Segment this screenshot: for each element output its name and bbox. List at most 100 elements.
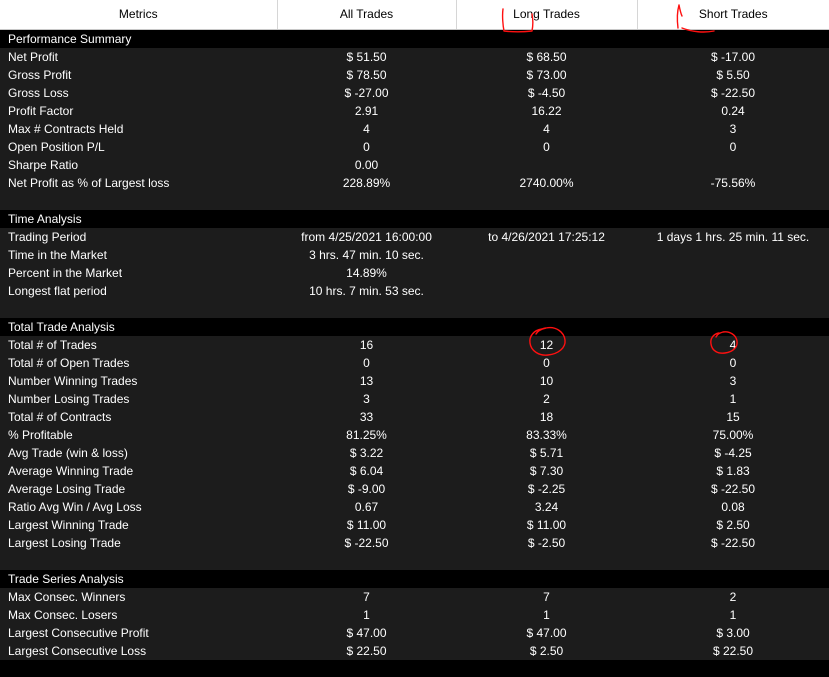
- column-header-all-trades[interactable]: All Trades: [277, 0, 457, 30]
- value-short-trades: 3: [637, 371, 829, 390]
- table-row[interactable]: Trading Period from 4/25/2021 16:00:00 to …: [0, 227, 829, 246]
- metric-label: Largest Consecutive Profit: [0, 623, 277, 642]
- metric-label: Total # of Contracts: [0, 407, 277, 426]
- table-row[interactable]: Average Winning Trade $ 6.04 $ 7.30 $ 1.83: [0, 461, 829, 480]
- value-all-trades: 2.91: [277, 101, 456, 120]
- table-row[interactable]: Largest Winning Trade $ 11.00 $ 11.00 $ 2.5…: [0, 515, 829, 534]
- value-short-trades: $ -22.50: [637, 479, 829, 498]
- value-short-trades: $ 2.50: [637, 515, 829, 534]
- value-short-trades: [637, 263, 829, 282]
- value-long-trades: 3.24: [456, 497, 637, 516]
- metric-label: Ratio Avg Win / Avg Loss: [0, 497, 277, 516]
- metric-label: Number Winning Trades: [0, 371, 277, 390]
- metric-label: Max Consec. Losers: [0, 605, 277, 624]
- table-row[interactable]: Ratio Avg Win / Avg Loss 0.67 3.24 0.08: [0, 497, 829, 516]
- value-long-trades: $ -2.50: [456, 533, 637, 552]
- table-row[interactable]: Avg Trade (win & loss) $ 3.22 $ 5.71 $ -4.2…: [0, 443, 829, 462]
- value-short-trades: -75.56%: [637, 173, 829, 192]
- table-row[interactable]: Percent in the Market 14.89%: [0, 263, 829, 282]
- trade-performance-table: Metrics All Trades Long Trades Short Tra…: [0, 0, 829, 660]
- value-all-trades: 16: [277, 335, 456, 354]
- value-long-trades: $ -2.25: [456, 479, 637, 498]
- value-all-trades: 4: [277, 119, 456, 138]
- table-row[interactable]: Time in the Market 3 hrs. 47 min. 10 sec.: [0, 245, 829, 264]
- value-all-trades: $ 47.00: [277, 623, 456, 642]
- value-all-trades: 14.89%: [277, 263, 456, 282]
- value-all-trades: $ 51.50: [277, 47, 456, 66]
- table-row[interactable]: Max Consec. Losers 1 1 1: [0, 605, 829, 624]
- table-row[interactable]: Max # Contracts Held 4 4 3: [0, 119, 829, 138]
- table-body: Performance Summary Net Profit $ 51.50 $ 68…: [0, 29, 829, 660]
- value-all-trades: from 4/25/2021 16:00:00: [277, 227, 456, 246]
- value-all-trades: 13: [277, 371, 456, 390]
- value-short-trades: 0.08: [637, 497, 829, 516]
- value-long-trades: 1: [456, 605, 637, 624]
- metric-label: Percent in the Market: [0, 263, 277, 282]
- section-spacer: [0, 299, 829, 318]
- value-long-trades: [456, 155, 637, 174]
- table-row[interactable]: Net Profit $ 51.50 $ 68.50 $ -17.00: [0, 47, 829, 66]
- value-long-trades: 2740.00%: [456, 173, 637, 192]
- table-row[interactable]: Total # of Contracts 33 18 15: [0, 407, 829, 426]
- value-long-trades: [456, 281, 637, 300]
- table-row[interactable]: Open Position P/L 0 0 0: [0, 137, 829, 156]
- table-row[interactable]: Profit Factor 2.91 16.22 0.24: [0, 101, 829, 120]
- table-row[interactable]: Max Consec. Winners 7 7 2: [0, 587, 829, 606]
- value-all-trades: 10 hrs. 7 min. 53 sec.: [277, 281, 456, 300]
- table-row[interactable]: Average Losing Trade $ -9.00 $ -2.25 $ -22.…: [0, 479, 829, 498]
- value-long-trades: $ -4.50: [456, 83, 637, 102]
- table-row[interactable]: Number Losing Trades 3 2 1: [0, 389, 829, 408]
- value-long-trades: 16.22: [456, 101, 637, 120]
- column-header-metrics[interactable]: Metrics: [0, 0, 278, 30]
- header-row: Metrics All Trades Long Trades Short Tra…: [0, 0, 829, 30]
- spacer-cell: [0, 551, 829, 570]
- value-short-trades: $ -17.00: [637, 47, 829, 66]
- value-long-trades: 2: [456, 389, 637, 408]
- value-all-trades: $ -9.00: [277, 479, 456, 498]
- value-short-trades: 1: [637, 605, 829, 624]
- table-row[interactable]: Longest flat period 10 hrs. 7 min. 53 sec…: [0, 281, 829, 300]
- value-long-trades: 7: [456, 587, 637, 606]
- table-row[interactable]: Gross Loss $ -27.00 $ -4.50 $ -22.50: [0, 83, 829, 102]
- value-long-trades: $ 47.00: [456, 623, 637, 642]
- value-short-trades: 75.00%: [637, 425, 829, 444]
- metric-label: Largest Winning Trade: [0, 515, 277, 534]
- value-short-trades: $ 22.50: [637, 641, 829, 660]
- section-spacer: [0, 551, 829, 570]
- value-long-trades: 0: [456, 137, 637, 156]
- section-title: Trade Series Analysis: [0, 569, 829, 588]
- value-short-trades: 4: [637, 335, 829, 354]
- table-row[interactable]: Largest Consecutive Loss $ 22.50 $ 2.50 $ 2…: [0, 641, 829, 660]
- spacer-cell: [0, 191, 829, 210]
- column-header-short-trades[interactable]: Short Trades: [637, 0, 829, 30]
- value-short-trades: $ 1.83: [637, 461, 829, 480]
- metric-label: Net Profit as % of Largest loss: [0, 173, 277, 192]
- table-row[interactable]: Number Winning Trades 13 10 3: [0, 371, 829, 390]
- table-row[interactable]: Net Profit as % of Largest loss 228.89% 27…: [0, 173, 829, 192]
- table-row[interactable]: Sharpe Ratio 0.00: [0, 155, 829, 174]
- value-short-trades: 15: [637, 407, 829, 426]
- section-header-row: Performance Summary: [0, 29, 829, 48]
- value-all-trades: $ -22.50: [277, 533, 456, 552]
- metric-label: Total # of Open Trades: [0, 353, 277, 372]
- value-all-trades: $ -27.00: [277, 83, 456, 102]
- table-row[interactable]: Total # of Trades 16 12 4: [0, 335, 829, 354]
- metric-label: Largest Losing Trade: [0, 533, 277, 552]
- value-all-trades: $ 11.00: [277, 515, 456, 534]
- value-long-trades: $ 73.00: [456, 65, 637, 84]
- value-all-trades: $ 6.04: [277, 461, 456, 480]
- metric-label: % Profitable: [0, 425, 277, 444]
- section-title: Time Analysis: [0, 209, 829, 228]
- value-short-trades: $ 3.00: [637, 623, 829, 642]
- value-all-trades: 1: [277, 605, 456, 624]
- section-title: Performance Summary: [0, 29, 829, 48]
- table-row[interactable]: Gross Profit $ 78.50 $ 73.00 $ 5.50: [0, 65, 829, 84]
- value-long-trades: 4: [456, 119, 637, 138]
- table-row[interactable]: % Profitable 81.25% 83.33% 75.00%: [0, 425, 829, 444]
- value-short-trades: $ -22.50: [637, 533, 829, 552]
- table-row[interactable]: Total # of Open Trades 0 0 0: [0, 353, 829, 372]
- table-row[interactable]: Largest Consecutive Profit $ 47.00 $ 47.00…: [0, 623, 829, 642]
- table-row[interactable]: Largest Losing Trade $ -22.50 $ -2.50 $ -22…: [0, 533, 829, 552]
- value-long-trades: 18: [456, 407, 637, 426]
- column-header-long-trades[interactable]: Long Trades: [456, 0, 638, 30]
